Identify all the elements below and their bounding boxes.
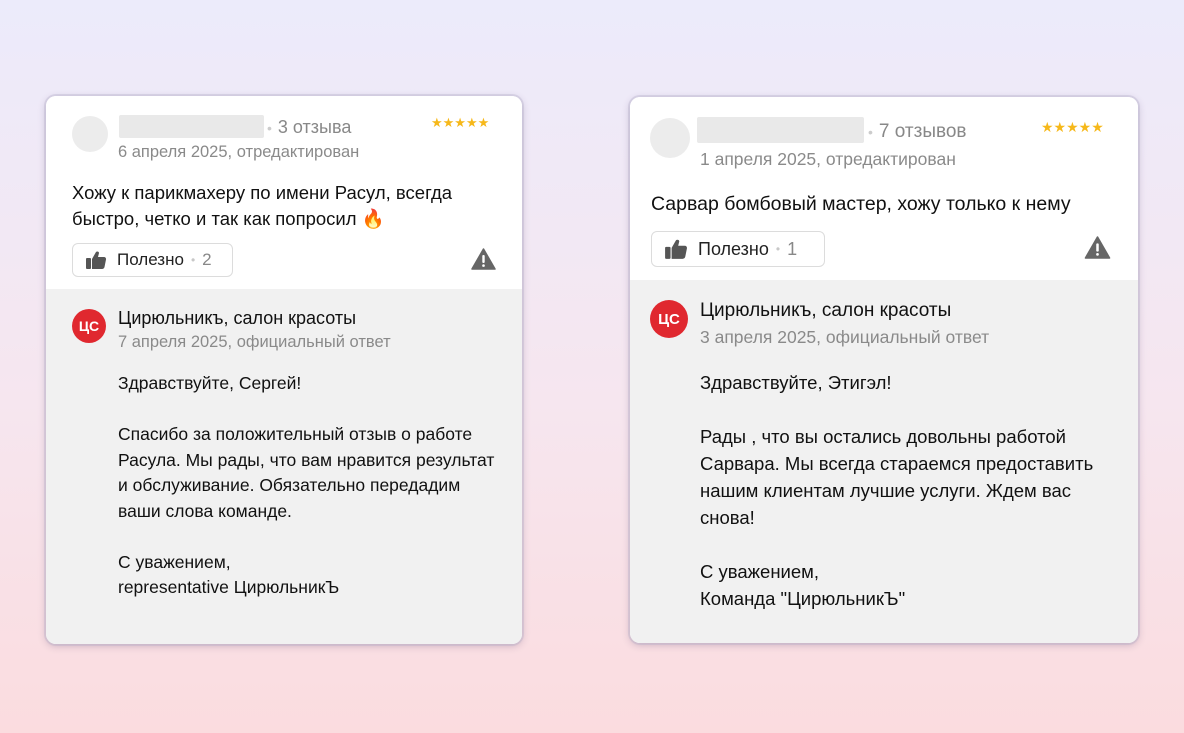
separator-dot: • xyxy=(868,124,873,140)
reply-date: 7 апреля 2025, официальный ответ xyxy=(118,333,391,351)
rating-stars: ★★★★★ xyxy=(1041,119,1104,135)
reply-date: 3 апреля 2025, официальный ответ xyxy=(700,327,990,347)
thumbs-up-icon xyxy=(86,251,107,269)
official-reply: ЦС Цирюльникъ, салон красоты 3 апреля 20… xyxy=(630,280,1138,643)
reviewer-name-redacted[interactable] xyxy=(119,115,264,138)
reply-text: Здравствуйте, Этигэл! Рады , что вы оста… xyxy=(700,372,1094,609)
rating-stars: ★★★★★ xyxy=(431,115,490,130)
business-name[interactable]: Цирюльникъ, салон красоты xyxy=(118,308,356,329)
review-date: 6 апреля 2025, отредактирован xyxy=(118,143,360,161)
review-date: 1 апреля 2025, отредактирован xyxy=(700,149,956,169)
helpful-label: Полезно xyxy=(117,250,184,269)
helpful-button[interactable]: Полезно • 2 xyxy=(72,243,233,277)
helpful-count: 1 xyxy=(787,238,798,259)
review-count-label: 7 отзывов xyxy=(878,121,967,142)
business-logo[interactable]: ЦС xyxy=(650,300,688,338)
review-count-label: 3 отзыва xyxy=(277,117,352,137)
helpful-label: Полезно xyxy=(698,238,769,259)
reviewer-avatar[interactable] xyxy=(650,118,690,158)
review-card: • 7 отзывов 1 апреля 2025, отредактирова… xyxy=(630,97,1138,643)
business-logo[interactable]: ЦС xyxy=(72,309,106,343)
official-reply: ЦС Цирюльникъ, салон красоты 7 апреля 20… xyxy=(46,289,522,644)
business-name[interactable]: Цирюльникъ, салон красоты xyxy=(700,300,951,322)
warwarning-triangle-icon[interactable] xyxy=(1084,236,1111,259)
reviewer-avatar[interactable] xyxy=(72,116,108,152)
warning-triangle-icon[interactable] xyxy=(471,248,496,270)
review-text: Сарвар бомбовый мастер, хожу только к не… xyxy=(651,193,1071,215)
reviewer-review-count[interactable]: • 3 отзыва xyxy=(267,117,351,138)
reviewer-name-redacted[interactable] xyxy=(697,117,864,143)
separator-dot: • xyxy=(190,253,196,267)
review-text: Хожу к парикмахеру по имени Расул, всегд… xyxy=(72,182,453,229)
helpful-button[interactable]: Полезно • 1 xyxy=(651,231,825,267)
separator-dot: • xyxy=(775,242,781,256)
review-card: • 3 отзыва 6 апреля 2025, отредактирован… xyxy=(46,96,522,644)
review-header: • 7 отзывов 1 апреля 2025, отредактирова… xyxy=(630,97,1138,280)
review-header: • 3 отзыва 6 апреля 2025, отредактирован… xyxy=(46,96,522,289)
helpful-count: 2 xyxy=(202,250,212,269)
thumbs-up-icon xyxy=(665,239,687,259)
reply-text: Здравствуйте, Сергей! Спасибо за положит… xyxy=(118,373,495,597)
separator-dot: • xyxy=(267,119,272,136)
reviewer-review-count[interactable]: • 7 отзывов xyxy=(868,121,967,143)
